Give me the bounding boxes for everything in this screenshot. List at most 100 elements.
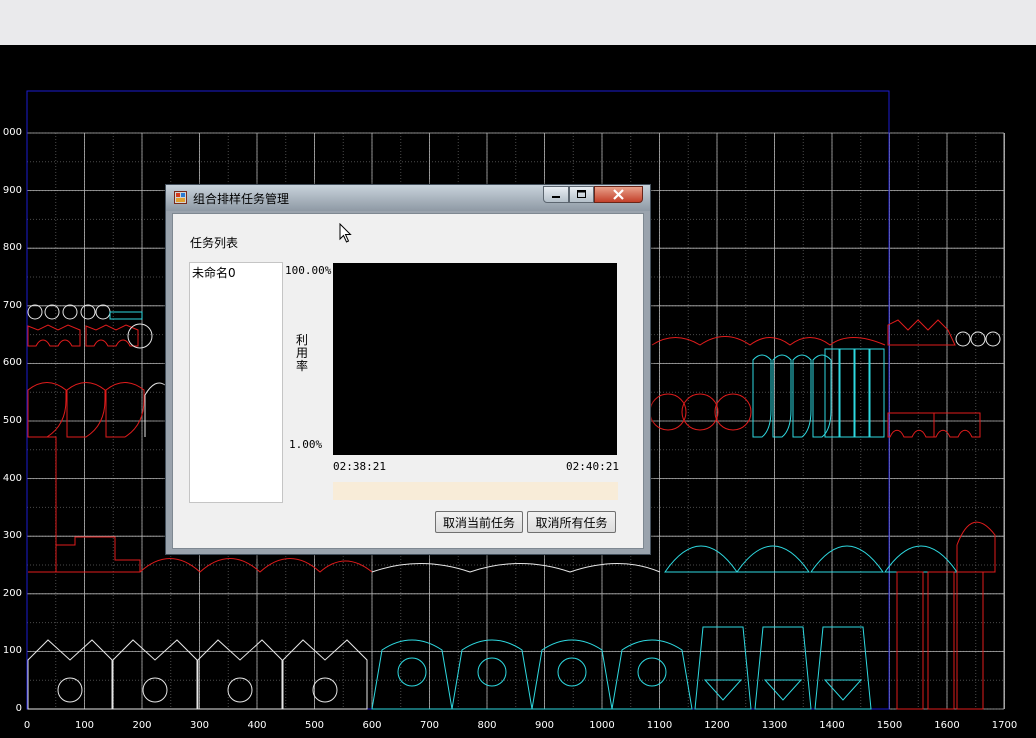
- nested-part: [611, 639, 693, 710]
- nested-part: [451, 639, 533, 710]
- cancel-current-task-button[interactable]: 取消当前任务: [435, 511, 523, 533]
- y-tick-label: 600: [2, 357, 22, 369]
- utilization-max-label: 100.00%: [285, 264, 332, 277]
- y-tick-label: 100: [2, 645, 22, 657]
- nested-part: [312, 677, 338, 703]
- nested-part: [956, 571, 984, 710]
- x-tick-label: 600: [362, 720, 382, 731]
- x-tick-label: 200: [132, 720, 152, 731]
- nested-part: [66, 382, 106, 438]
- nested-part: [814, 626, 872, 710]
- maximize-icon: [577, 190, 586, 198]
- nested-part: [637, 657, 667, 687]
- nested-part: [812, 354, 832, 438]
- nested-part: [557, 657, 587, 687]
- nested-part: [694, 626, 752, 710]
- nested-part: [754, 626, 812, 710]
- nested-part: [792, 354, 812, 438]
- nested-part: [282, 639, 368, 710]
- nested-part: [27, 304, 43, 320]
- nested-part: [887, 412, 935, 438]
- nested-part: [28, 436, 57, 573]
- nested-part: [112, 639, 198, 710]
- x-tick-label: 1600: [934, 720, 960, 731]
- x-tick-label: 1300: [761, 720, 788, 731]
- task-list-item[interactable]: 未命名0: [192, 264, 236, 281]
- x-tick-label: 900: [534, 720, 555, 731]
- nested-part: [27, 382, 67, 438]
- nested-part: [887, 319, 956, 346]
- nested-part: [197, 639, 283, 710]
- nested-part: [397, 657, 427, 687]
- nested-part: [896, 571, 924, 710]
- y-tick-label: 400: [2, 472, 22, 484]
- nested-part: [649, 393, 687, 431]
- maximize-button[interactable]: [569, 186, 594, 203]
- nested-part: [144, 382, 166, 437]
- nested-part: [109, 311, 143, 320]
- utilization-axis-label: 利用率: [296, 333, 309, 373]
- nested-part: [810, 545, 884, 573]
- mouse-cursor-icon: [339, 223, 352, 243]
- y-tick-label: 200: [2, 587, 22, 599]
- y-tick-label: 900: [2, 184, 22, 196]
- x-tick-label: 1200: [704, 720, 730, 731]
- x-tick-label: 1100: [646, 720, 673, 731]
- utilization-min-label: 1.00%: [289, 438, 323, 451]
- task-listbox[interactable]: 未命名0: [189, 262, 283, 503]
- dialog-title: 组合排样任务管理: [193, 192, 290, 206]
- dialog-client-area: 任务列表 未命名0 100.00% 利用率 1.00% 02:38:21 02:…: [172, 213, 644, 549]
- top-toolbar-area: [0, 0, 1036, 45]
- nested-part: [57, 677, 83, 703]
- x-tick-label: 1000: [589, 720, 615, 731]
- x-tick-label: 500: [304, 720, 325, 731]
- nested-part: [854, 348, 870, 438]
- task-list-label: 任务列表: [190, 236, 239, 250]
- nested-part: [884, 545, 958, 573]
- nested-part: [869, 348, 885, 438]
- nested-part: [839, 348, 855, 438]
- nested-part: [752, 354, 772, 438]
- time-start-label: 02:38:21: [333, 460, 386, 473]
- utilization-chart: [333, 263, 617, 455]
- nested-part: [651, 336, 886, 346]
- x-tick-label: 300: [189, 720, 210, 731]
- dialog-titlebar[interactable]: 组合排样任务管理: [166, 185, 650, 211]
- y-tick-label: 300: [2, 530, 22, 542]
- close-button[interactable]: [594, 186, 643, 203]
- nested-part: [371, 639, 453, 710]
- nested-part: [933, 412, 981, 438]
- nested-part: [80, 304, 96, 320]
- y-tick-label: 0: [15, 703, 22, 714]
- nested-part: [681, 393, 719, 431]
- close-icon: [613, 189, 624, 200]
- nested-part: [142, 677, 168, 703]
- nested-part: [95, 304, 111, 320]
- nested-part: [127, 323, 153, 349]
- nested-part: [664, 545, 738, 573]
- x-tick-label: 1700: [991, 720, 1018, 731]
- nested-part: [28, 536, 141, 573]
- x-tick-label: 0: [23, 720, 31, 731]
- nested-part: [531, 639, 613, 710]
- nested-part: [62, 304, 78, 320]
- nested-part: [477, 657, 507, 687]
- task-progress-bar: [333, 482, 618, 500]
- x-tick-label: 1400: [819, 720, 845, 731]
- y-tick-label: 500: [2, 415, 22, 426]
- x-tick-label: 700: [419, 720, 440, 731]
- y-tick-label: 000: [2, 127, 22, 138]
- nested-part: [44, 304, 60, 320]
- cancel-all-tasks-button[interactable]: 取消所有任务: [527, 511, 616, 533]
- nested-part: [927, 571, 955, 710]
- x-tick-label: 100: [74, 720, 95, 731]
- x-tick-label: 400: [247, 720, 267, 731]
- minimize-icon: [552, 196, 560, 198]
- nested-part: [227, 677, 253, 703]
- nested-part: [27, 639, 113, 710]
- app-icon: [174, 191, 187, 204]
- minimize-button[interactable]: [543, 186, 569, 203]
- nested-part: [105, 382, 145, 438]
- nested-part: [736, 545, 810, 573]
- time-end-label: 02:40:21: [566, 460, 619, 473]
